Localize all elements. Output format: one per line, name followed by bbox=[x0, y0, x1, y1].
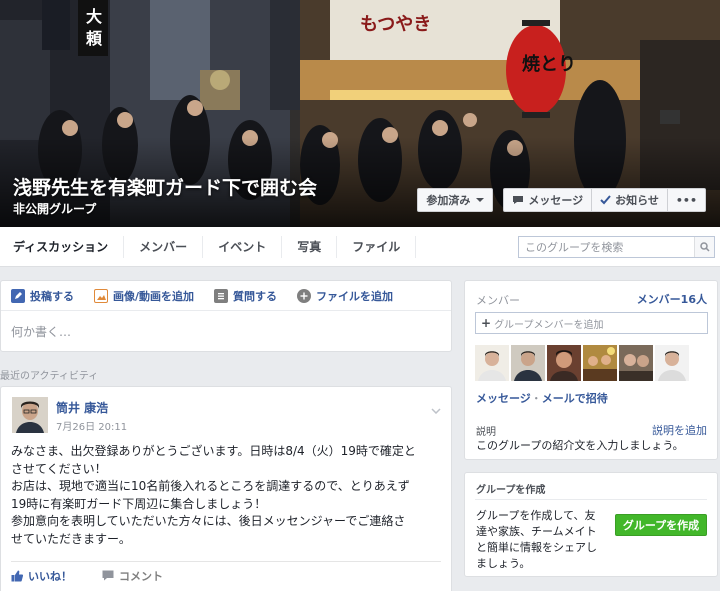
create-desc-line: ましょう。 bbox=[476, 557, 531, 570]
message-button[interactable]: メッセージ bbox=[503, 188, 593, 212]
create-group-button[interactable]: グループを作成 bbox=[615, 514, 707, 536]
post-body: みなさま、出欠登録ありがとうございます。日時は8/4（火）19時で確定と させて… bbox=[11, 443, 443, 548]
add-member-placeholder: グループメンバーを追加 bbox=[494, 319, 604, 331]
post-options-button[interactable] bbox=[431, 399, 441, 418]
post-body-line: させてください！ bbox=[11, 461, 107, 476]
comment-icon bbox=[102, 570, 114, 581]
photo-icon bbox=[94, 288, 108, 303]
description-heading: 説明 bbox=[476, 427, 496, 438]
post-card: 筒井 康浩 7月26日 20:11 みなさま、出欠登録ありがとうございます。日時… bbox=[0, 386, 452, 591]
comment-label: コメント bbox=[119, 569, 163, 583]
pencil-icon bbox=[11, 288, 25, 303]
chevron-down-icon bbox=[476, 198, 485, 202]
author-avatar[interactable] bbox=[12, 397, 48, 433]
post-composer: 投稿する 画像/動画を追加 質問する ファイルを追加 何か書く… bbox=[0, 280, 452, 352]
cover-button-group: メッセージ お知らせ ••• bbox=[503, 188, 706, 212]
message-members-link[interactable]: メッセージ bbox=[476, 392, 531, 405]
add-photo-action[interactable]: 画像/動画を追加 bbox=[94, 288, 194, 304]
group-search-input[interactable] bbox=[519, 237, 689, 257]
like-button[interactable]: いいね！ bbox=[11, 568, 72, 584]
member-avatar[interactable] bbox=[655, 345, 689, 381]
joined-label: 参加済み bbox=[426, 194, 471, 207]
post-body-line: 19時に有楽町ガード下周辺に集合しましょう！ bbox=[11, 496, 267, 511]
plus-circle-icon bbox=[297, 288, 312, 303]
tab-events[interactable]: イベント bbox=[203, 235, 283, 258]
check-icon bbox=[600, 195, 611, 205]
shop-sign: 大 bbox=[86, 7, 102, 26]
email-invite-link[interactable]: メールで招待 bbox=[542, 392, 608, 405]
shop-sign-2: 頼 bbox=[86, 29, 103, 48]
create-desc-line: 達や家族、チームメイト bbox=[476, 525, 597, 538]
question-list-icon bbox=[214, 288, 229, 303]
search-icon bbox=[699, 242, 710, 252]
like-label: いいね！ bbox=[28, 569, 72, 583]
cover-photo: 大 頼 もつやき 焼とり 浅野先生を有楽町ガード下で囲む会 非公開グループ 参加… bbox=[0, 0, 720, 227]
post-body-line: お店は、現地で適当に10名前後入れるところを調達するので、とりあえず bbox=[11, 479, 410, 493]
message-label: メッセージ bbox=[528, 194, 584, 207]
notifications-label: お知らせ bbox=[615, 194, 659, 207]
divider bbox=[475, 499, 707, 500]
group-nav: ディスカッション メンバー イベント 写真 ファイル bbox=[0, 227, 720, 267]
members-heading: メンバー bbox=[476, 294, 520, 307]
post-timestamp[interactable]: 7月26日 20:11 bbox=[56, 418, 127, 433]
link-separator: ・ bbox=[530, 392, 542, 405]
write-post-action[interactable]: 投稿する bbox=[11, 288, 74, 304]
message-icon bbox=[513, 196, 524, 204]
create-desc-line: グループを作成して、友 bbox=[476, 509, 596, 522]
create-group-heading: グループを作成 bbox=[476, 485, 546, 496]
add-description-link[interactable]: 説明を追加 bbox=[652, 422, 707, 438]
post-body-line: せていただきますー。 bbox=[11, 531, 131, 546]
member-avatar[interactable] bbox=[619, 345, 653, 381]
tab-discussion[interactable]: ディスカッション bbox=[0, 235, 125, 258]
joined-button[interactable]: 参加済み bbox=[417, 188, 494, 212]
member-avatar[interactable] bbox=[511, 345, 545, 381]
create-desc-line: と簡単に情報をシェアし bbox=[476, 541, 597, 554]
add-file-action[interactable]: ファイルを追加 bbox=[297, 288, 393, 304]
create-group-description: グループを作成して、友 達や家族、チームメイト と簡単に情報をシェアし ましょう… bbox=[476, 508, 610, 572]
add-photo-label: 画像/動画を追加 bbox=[113, 289, 195, 303]
thumbs-up-icon bbox=[11, 570, 23, 581]
group-search bbox=[518, 236, 715, 258]
member-avatars bbox=[475, 345, 689, 381]
member-avatar[interactable] bbox=[583, 345, 617, 381]
add-member-input[interactable]: + グループメンバーを追加 bbox=[475, 312, 708, 334]
composer-input[interactable]: 何か書く… bbox=[1, 311, 451, 352]
member-avatar[interactable] bbox=[547, 345, 581, 381]
member-avatar[interactable] bbox=[475, 345, 509, 381]
more-icon: ••• bbox=[675, 193, 697, 207]
create-group-panel: グループを作成 グループを作成して、友 達や家族、チームメイト と簡単に情報をシ… bbox=[464, 472, 718, 577]
more-button[interactable]: ••• bbox=[667, 188, 706, 212]
tab-photos[interactable]: 写真 bbox=[282, 235, 338, 258]
plus-icon: + bbox=[481, 316, 492, 330]
ask-question-action[interactable]: 質問する bbox=[214, 288, 277, 304]
notifications-button[interactable]: お知らせ bbox=[592, 188, 668, 212]
chevron-down-icon bbox=[431, 408, 441, 415]
members-links: メッセージ・メールで招待 bbox=[476, 390, 608, 406]
cover-actions: 参加済み メッセージ お知らせ ••• bbox=[417, 188, 706, 212]
shop-banner-text: もつやき bbox=[360, 14, 431, 35]
search-button[interactable] bbox=[694, 237, 714, 257]
add-file-label: ファイルを追加 bbox=[316, 289, 394, 303]
post-author[interactable]: 筒井 康浩 bbox=[56, 399, 108, 416]
comment-button[interactable]: コメント bbox=[102, 568, 163, 584]
members-panel: メンバー メンバー16人 + グループメンバーを追加 メッセージ・メールで招待 … bbox=[464, 280, 718, 460]
post-body-line: 参加意向を表明していただいた方々には、後日メッセンジャーでご連絡さ bbox=[11, 514, 406, 528]
description-text: このグループの紹介文を入力しましょう。 bbox=[476, 439, 684, 452]
post-body-line: みなさま、出欠登録ありがとうございます。日時は8/4（火）19時で確定と bbox=[11, 444, 416, 458]
lantern-text: 焼とり bbox=[522, 53, 576, 75]
post-actions: いいね！ コメント bbox=[11, 561, 441, 589]
group-privacy: 非公開グループ bbox=[13, 202, 97, 216]
composer-actions: 投稿する 画像/動画を追加 質問する ファイルを追加 bbox=[1, 281, 451, 311]
group-title: 浅野先生を有楽町ガード下で囲む会 bbox=[13, 177, 318, 199]
recent-activity-label: 最近のアクティビティ bbox=[0, 371, 99, 382]
tab-members[interactable]: メンバー bbox=[124, 235, 204, 258]
ask-question-label: 質問する bbox=[233, 289, 278, 303]
tab-files[interactable]: ファイル bbox=[337, 235, 417, 258]
members-count-link[interactable]: メンバー16人 bbox=[637, 291, 707, 307]
write-post-label: 投稿する bbox=[30, 289, 74, 303]
